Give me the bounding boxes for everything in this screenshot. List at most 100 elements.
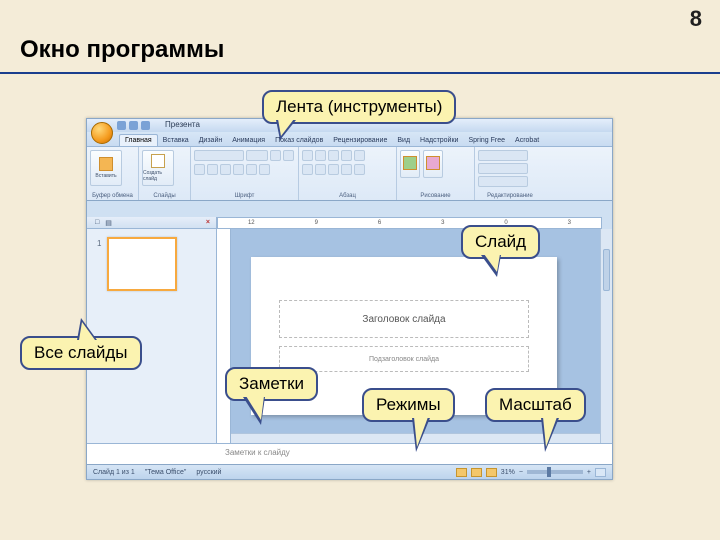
callout-tail: [276, 120, 296, 140]
window-title: Презента: [165, 120, 200, 129]
vertical-ruler: [217, 229, 231, 443]
arrange-icon: [426, 156, 440, 170]
title-placeholder[interactable]: Заголовок слайда: [279, 300, 529, 338]
page-number: 8: [690, 6, 702, 32]
tab-animation[interactable]: Анимация: [227, 135, 270, 146]
group-slides: Создать слайд Слайды: [139, 147, 191, 200]
shapes-button[interactable]: [400, 150, 420, 178]
group-clipboard: Вставить Буфер обмена: [87, 147, 139, 200]
select-button[interactable]: [478, 176, 528, 187]
callout-label: Все слайды: [34, 343, 128, 362]
callout-ribbon: Лента (инструменты): [262, 90, 456, 124]
office-button[interactable]: [91, 122, 113, 144]
bold-icon[interactable]: [194, 164, 205, 175]
bullets-icon[interactable]: [302, 150, 313, 161]
align-j-icon[interactable]: [341, 164, 352, 175]
callout-label: Лента (инструменты): [276, 97, 442, 116]
numbers-icon[interactable]: [315, 150, 326, 161]
clipboard-icon: [99, 157, 113, 171]
callout-notes: Заметки: [225, 367, 318, 401]
align-c-icon[interactable]: [315, 164, 326, 175]
callout-tail: [481, 255, 501, 277]
subtitle-placeholder[interactable]: Подзаголовок слайда: [279, 346, 529, 372]
outline-tab-icon[interactable]: □: [95, 219, 99, 226]
zoom-out-icon[interactable]: −: [519, 469, 523, 476]
arrange-button[interactable]: [423, 150, 443, 178]
size-btn[interactable]: [246, 150, 268, 161]
replace-button[interactable]: [478, 163, 528, 174]
shapes-icon: [403, 156, 417, 170]
italic-icon[interactable]: [207, 164, 218, 175]
strike-icon[interactable]: [233, 164, 244, 175]
ruler-tick: 3: [568, 220, 571, 226]
slide-icon: [151, 154, 165, 168]
zoom-slider[interactable]: [527, 470, 583, 474]
page-title: Окно программы: [20, 36, 224, 64]
qat-redo-icon[interactable]: [141, 121, 150, 130]
status-language: русский: [196, 469, 221, 476]
fit-view-icon[interactable]: [595, 468, 606, 477]
slides-tab-icon[interactable]: ▤: [105, 219, 112, 227]
slide-thumbnail[interactable]: 1: [107, 237, 177, 291]
zoom-in-icon[interactable]: +: [587, 469, 591, 476]
status-theme: "Тема Office": [145, 469, 187, 476]
align-r-icon[interactable]: [328, 164, 339, 175]
tab-acrobat[interactable]: Acrobat: [510, 135, 544, 146]
shadow-icon[interactable]: [246, 164, 257, 175]
find-button[interactable]: [478, 150, 528, 161]
notes-pane[interactable]: Заметки к слайду: [87, 443, 612, 464]
normal-view-icon[interactable]: [456, 468, 467, 477]
underline-icon[interactable]: [220, 164, 231, 175]
group-label-font: Шрифт: [194, 193, 295, 199]
zoom-percent[interactable]: 31%: [501, 469, 515, 476]
callout-tail: [77, 318, 97, 340]
callout-label: Режимы: [376, 395, 441, 414]
paste-button[interactable]: Вставить: [90, 150, 122, 186]
indent-inc-icon[interactable]: [341, 150, 352, 161]
font-btn[interactable]: [194, 150, 244, 161]
callout-label: Заметки: [239, 374, 304, 393]
callout-thumbnails: Все слайды: [20, 336, 142, 370]
indent-dec-icon[interactable]: [328, 150, 339, 161]
title-underline: [0, 72, 720, 74]
shrink-icon[interactable]: [283, 150, 294, 161]
color-icon[interactable]: [259, 164, 270, 175]
group-label-slides: Слайды: [142, 193, 187, 199]
close-panel-icon[interactable]: ×: [206, 219, 210, 226]
cols-icon[interactable]: [354, 164, 365, 175]
qat-save-icon[interactable]: [117, 121, 126, 130]
linesp-icon[interactable]: [354, 150, 365, 161]
align-l-icon[interactable]: [302, 164, 313, 175]
vertical-scrollbar[interactable]: [600, 229, 612, 443]
callout-tail: [243, 397, 265, 425]
tab-review[interactable]: Рецензирование: [328, 135, 392, 146]
group-label-clipboard: Буфер обмена: [90, 193, 135, 199]
new-slide-button[interactable]: Создать слайд: [142, 150, 174, 186]
tab-addins[interactable]: Надстройки: [415, 135, 463, 146]
thumbnails-header: □ ▤ ×: [87, 217, 217, 229]
tab-view[interactable]: Вид: [392, 135, 415, 146]
group-drawing: Рисование: [397, 147, 475, 200]
qat-undo-icon[interactable]: [129, 121, 138, 130]
tab-home[interactable]: Главная: [119, 134, 158, 146]
quick-access-toolbar[interactable]: [117, 121, 150, 130]
tab-design[interactable]: Дизайн: [194, 135, 228, 146]
group-editing: Редактирование: [475, 147, 545, 200]
status-bar: Слайд 1 из 1 "Тема Office" русский 31% −…: [87, 464, 612, 479]
grow-icon[interactable]: [270, 150, 281, 161]
ribbon-tabs[interactable]: Главная Вставка Дизайн Анимация Показ сл…: [87, 132, 612, 147]
group-label-paragraph: Абзац: [302, 193, 393, 199]
callout-label: Слайд: [475, 232, 526, 251]
group-font: Шрифт: [191, 147, 299, 200]
ribbon: Вставить Буфер обмена Создать слайд Слай…: [87, 147, 612, 201]
sorter-view-icon[interactable]: [471, 468, 482, 477]
slideshow-view-icon[interactable]: [486, 468, 497, 477]
callout-slide: Слайд: [461, 225, 540, 259]
tab-spring[interactable]: Spring Free: [463, 135, 510, 146]
tab-insert[interactable]: Вставка: [158, 135, 194, 146]
paste-label: Вставить: [95, 173, 116, 179]
callout-tail: [412, 418, 430, 452]
group-label-drawing: Рисование: [400, 193, 471, 199]
thumbnail-number: 1: [97, 239, 101, 248]
new-slide-label: Создать слайд: [143, 170, 173, 182]
